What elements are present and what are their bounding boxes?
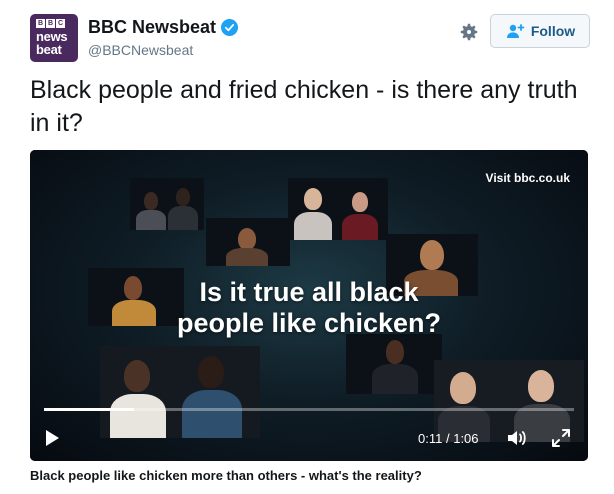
headline-line: people like chicken? (176, 308, 442, 338)
video-progress-fill (44, 408, 135, 411)
person-body (226, 248, 268, 266)
video-frame-tile (288, 178, 388, 240)
time-separator: / (445, 431, 450, 446)
follow-button[interactable]: Follow (490, 14, 590, 48)
duration: 1:06 (453, 431, 479, 446)
account-names: BBC Newsbeat @BBCNewsbeat (88, 17, 239, 58)
person-body (294, 212, 332, 240)
logo-block: B (36, 19, 45, 28)
headline-line: Is it true all black (199, 277, 419, 307)
display-name-row[interactable]: BBC Newsbeat (88, 17, 239, 38)
account-handle[interactable]: @BBCNewsbeat (88, 42, 238, 58)
video-frame-tile (206, 218, 290, 266)
video-time: 0:11 / 1:06 (418, 431, 479, 446)
person-head (304, 188, 322, 210)
play-icon[interactable] (44, 429, 60, 447)
tweet-header: B B C news beat BBC Newsbeat @BBCNewsbea… (30, 14, 590, 64)
bbc-logo-blocks: B B C (36, 19, 65, 28)
verified-badge-icon (221, 19, 239, 36)
person-body (342, 214, 378, 240)
volume-icon[interactable] (506, 428, 528, 448)
avatar[interactable]: B B C news beat (30, 14, 78, 62)
person-head (124, 360, 150, 392)
video-headline: Is it true all black people like chicken… (30, 277, 588, 339)
person-head (450, 372, 476, 404)
add-user-icon (506, 24, 525, 38)
person-head (198, 356, 224, 388)
video-frame-tile (100, 346, 260, 438)
logo-block: C (56, 19, 65, 28)
person-head (176, 188, 190, 206)
person-body (110, 394, 166, 438)
person-head (144, 192, 158, 210)
person-head (528, 370, 554, 402)
person-body (136, 210, 166, 230)
person-body (182, 390, 242, 438)
video-progress-bar[interactable] (44, 408, 574, 411)
person-head (386, 340, 404, 364)
logo-line-beat: beat (36, 42, 62, 57)
gear-icon[interactable] (458, 21, 480, 43)
person-head (420, 240, 444, 270)
person-head (352, 192, 368, 212)
person-body (168, 206, 198, 230)
person-head (238, 228, 256, 250)
card-caption[interactable]: Black people like chicken more than othe… (30, 468, 422, 483)
fullscreen-icon[interactable] (550, 427, 572, 449)
video-frame-tile (130, 178, 204, 230)
person-body (372, 364, 418, 394)
video-frame-tile (346, 334, 442, 394)
current-time: 0:11 (418, 431, 443, 446)
visit-site-link[interactable]: Visit bbc.co.uk (486, 171, 570, 185)
tweet-text: Black people and fried chicken - is ther… (30, 76, 578, 137)
follow-label: Follow (530, 23, 576, 39)
logo-block: B (46, 19, 55, 28)
display-name[interactable]: BBC Newsbeat (88, 17, 216, 38)
video-player[interactable]: Visit bbc.co.uk Is it true all black peo… (30, 150, 588, 461)
